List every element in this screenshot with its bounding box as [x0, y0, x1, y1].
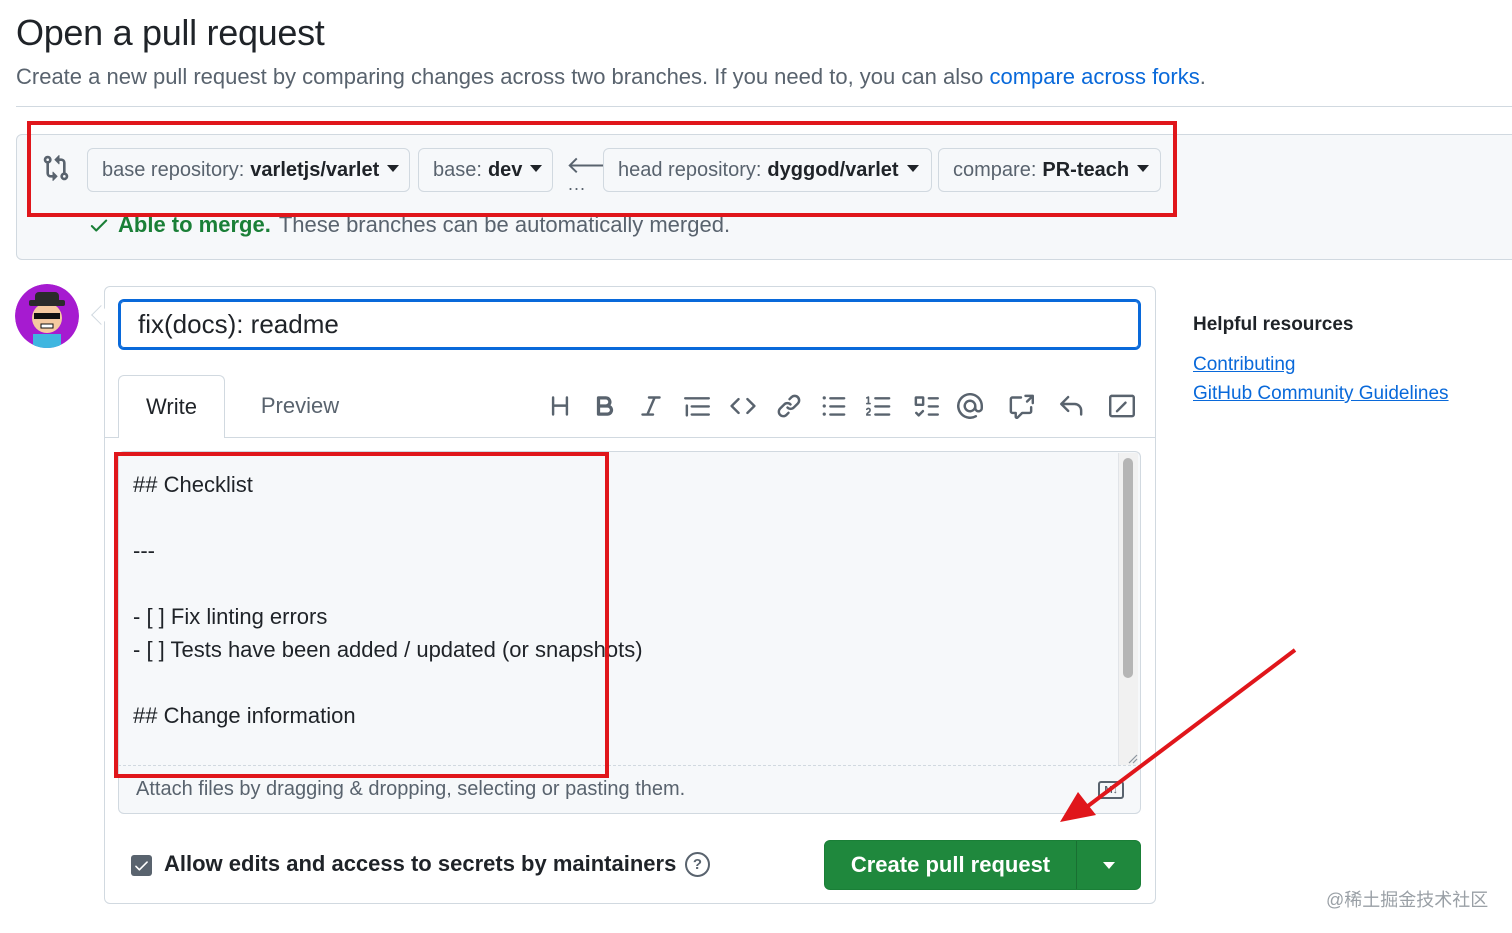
mention-icon[interactable]	[956, 392, 984, 420]
cross-reference-icon[interactable]	[1007, 392, 1035, 420]
tabs-divider	[105, 437, 1155, 438]
annotation-arrow	[1060, 648, 1297, 822]
create-pull-request-button[interactable]: Create pull request	[824, 840, 1141, 890]
page-title: Open a pull request	[16, 12, 325, 53]
header-divider	[16, 106, 1512, 107]
code-icon[interactable]	[729, 392, 757, 420]
create-options-dropdown[interactable]	[1076, 841, 1140, 889]
community-guidelines-link[interactable]: GitHub Community Guidelines	[1193, 383, 1449, 405]
reply-icon[interactable]	[1057, 392, 1085, 420]
italic-icon[interactable]	[637, 392, 665, 420]
link-icon[interactable]	[775, 392, 803, 420]
slash-command-icon[interactable]	[1108, 392, 1136, 420]
quote-icon[interactable]	[683, 392, 711, 420]
helpful-resources-title: Helpful resources	[1193, 314, 1354, 335]
annotation-box-body	[114, 452, 609, 778]
page-subtitle: Create a new pull request by comparing c…	[16, 64, 1206, 89]
create-pull-request-label[interactable]: Create pull request	[825, 841, 1076, 889]
pr-title-input[interactable]	[118, 299, 1141, 350]
ordered-list-icon[interactable]	[865, 392, 893, 420]
bold-icon[interactable]	[591, 392, 619, 420]
allow-edits-checkbox[interactable]	[131, 855, 152, 876]
caret-down-icon	[1102, 861, 1115, 869]
watermark: @稀土掘金技术社区	[1326, 890, 1489, 910]
task-list-icon[interactable]	[912, 392, 940, 420]
question-icon[interactable]: ?	[685, 852, 710, 877]
contributing-link[interactable]: Contributing	[1193, 354, 1295, 376]
avatar[interactable]	[15, 284, 79, 348]
allow-edits-label[interactable]: Allow edits and access to secrets by mai…	[164, 851, 676, 877]
heading-icon[interactable]	[546, 392, 574, 420]
annotation-box-compare	[27, 121, 1177, 217]
unordered-list-icon[interactable]	[820, 392, 848, 420]
tab-preview[interactable]: Preview	[240, 375, 360, 437]
tab-write[interactable]: Write	[118, 375, 225, 438]
check-icon	[90, 219, 108, 232]
compare-across-forks-link[interactable]: compare across forks	[989, 64, 1199, 89]
check-icon	[135, 861, 148, 871]
